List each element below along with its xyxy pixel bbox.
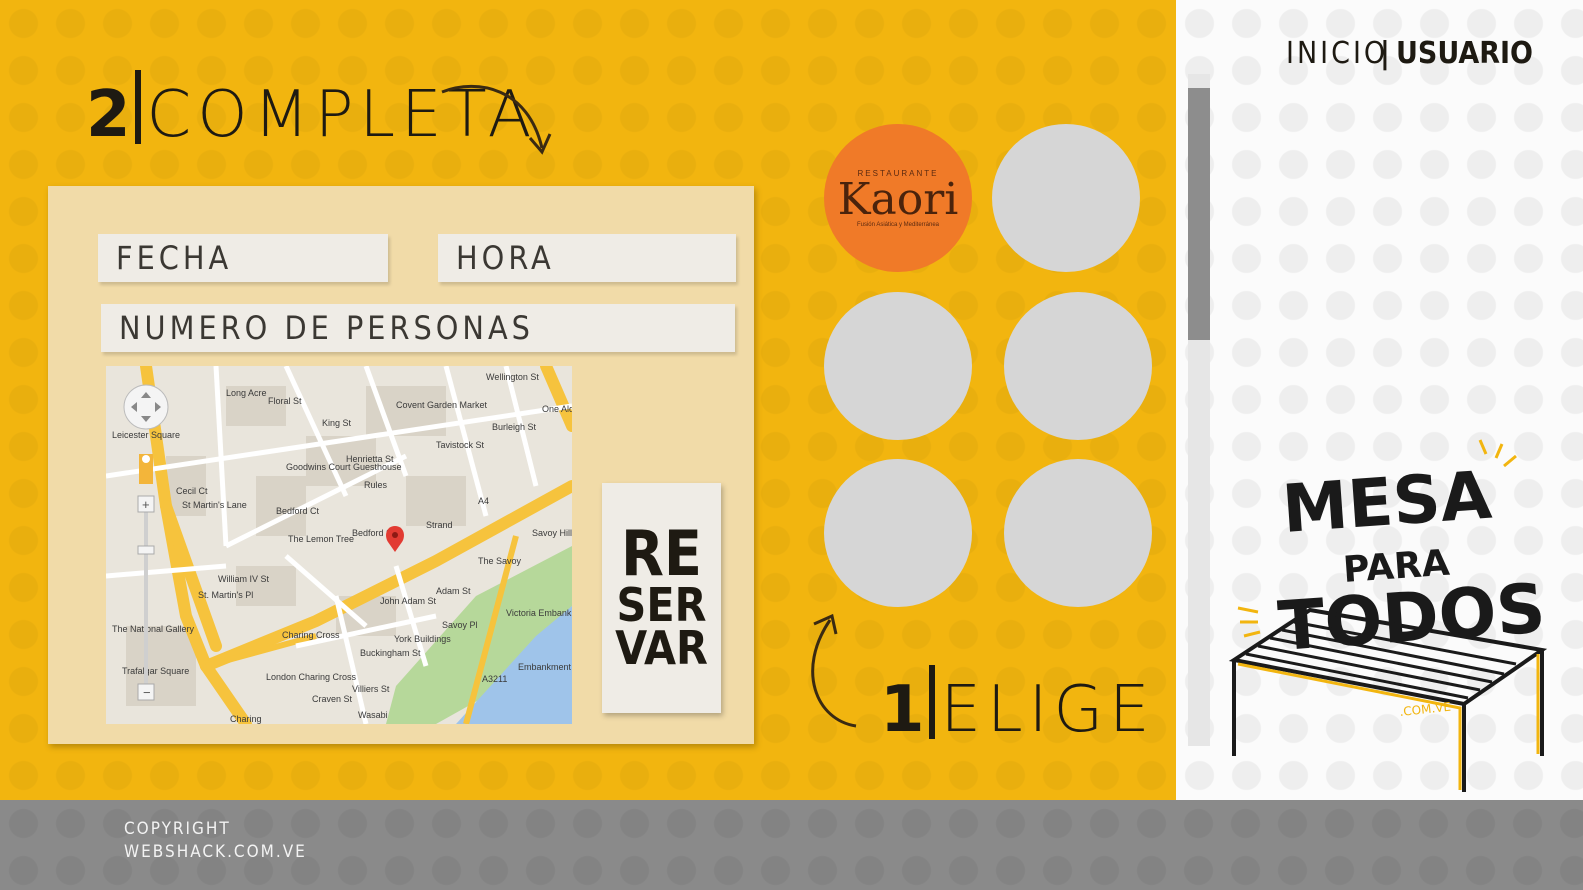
map-label: Henrietta St <box>346 454 394 464</box>
map-pan-control[interactable] <box>123 384 169 430</box>
map-label: St Martin's Lane <box>182 500 247 510</box>
map-label: Burleigh St <box>492 422 537 432</box>
map-label: Trafalgar Square <box>122 666 189 676</box>
mesa-para-todos-logo: MESA PARA TODOS .COM.VE <box>1228 439 1548 792</box>
map-label: Savoy Hill <box>532 528 572 538</box>
svg-text:+: + <box>142 497 150 512</box>
brand-domain: .COM.VE <box>1399 700 1452 719</box>
map-label: Rules <box>364 480 388 490</box>
restaurant-slot[interactable] <box>824 292 972 440</box>
map-label: Bedford Ct <box>276 506 320 516</box>
map-label: John Adam St <box>380 596 437 606</box>
copyright-line-1: COPYRIGHT <box>124 819 231 839</box>
svg-text:−: − <box>143 685 151 700</box>
map-label: Leicester Square <box>112 430 180 440</box>
copyright-line-2[interactable]: WEBSHACK.COM.VE <box>124 841 307 864</box>
map-label: The Lemon Tree <box>288 534 354 544</box>
map-label: Savoy Pl <box>442 620 478 630</box>
arrow-up-icon <box>811 613 857 728</box>
street-view-icon[interactable] <box>139 454 153 484</box>
map-label: York Buildings <box>394 634 451 644</box>
restaurant-slot[interactable] <box>1004 459 1152 607</box>
location-map[interactable]: Covent Garden Market Leicester Square Go… <box>106 366 572 724</box>
brand-line-1: MESA <box>1280 457 1494 548</box>
map-label: King St <box>322 418 352 428</box>
map-label: Covent Garden Market <box>396 400 488 410</box>
map-label: Wellington St <box>486 372 539 382</box>
step1-number: 1 <box>880 673 925 747</box>
copyright: COPYRIGHT WEBSHACK.COM.VE <box>124 818 307 864</box>
map-label: William IV St <box>218 574 270 584</box>
arrow-down-icon <box>441 84 552 155</box>
map-label: Craven St <box>312 694 353 704</box>
map-label: The National Gallery <box>112 624 195 634</box>
step1-heading: 1 ELIGE <box>880 665 1156 747</box>
step2-divider <box>134 70 141 144</box>
map-label: Adam St <box>436 586 471 596</box>
step1-label: ELIGE <box>940 673 1156 747</box>
map-label: Wasabi <box>358 710 388 720</box>
map-label: Strand <box>426 520 453 530</box>
map-label: Long Acre <box>226 388 267 398</box>
map-label: Tavistock St <box>436 440 485 450</box>
map-label: Charing <box>230 714 262 724</box>
map-label: Charing Cross <box>282 630 340 640</box>
map-label: Villiers St <box>352 684 390 694</box>
reserve-line-1: RE <box>620 516 703 590</box>
map-label: Victoria Embankment <box>506 608 572 618</box>
brand-line-3: TODOS <box>1276 569 1548 666</box>
people-count-field[interactable]: NUMERO DE PERSONAS <box>101 304 735 352</box>
kaori-name: Kaori <box>837 173 959 225</box>
scrollbar-thumb[interactable] <box>1188 88 1210 340</box>
reserve-line-3: VAR <box>615 621 708 676</box>
nav-separator: | <box>1380 36 1390 71</box>
restaurant-slot[interactable] <box>824 459 972 607</box>
date-field[interactable]: FECHA <box>98 234 388 282</box>
step1-divider <box>928 665 935 739</box>
map-label: The Savoy <box>478 556 522 566</box>
reservation-card: FECHA HORA NUMERO DE PERSONAS Covent Gar… <box>48 186 754 744</box>
nav-usuario[interactable]: USUARIO <box>1396 36 1533 71</box>
map-label: Cecil Ct <box>176 486 208 496</box>
kaori-subtitle: Fusión Asiática y Mediterránea <box>856 221 940 228</box>
restaurant-kaori-logo[interactable]: RESTAURANTE Kaori Fusión Asiática y Medi… <box>824 124 972 272</box>
map-label: A3211 <box>482 674 507 684</box>
restaurant-slot[interactable] <box>992 124 1140 272</box>
map-label: One Aldwych <box>542 404 572 414</box>
step2-number: 2 <box>86 78 131 152</box>
restaurant-slot[interactable] <box>1004 292 1152 440</box>
map-label: London Charing Cross <box>266 672 357 682</box>
map-label: St. Martin's Pl <box>198 590 253 600</box>
map-label: A4 <box>478 496 489 506</box>
reserve-button[interactable]: RE SER VAR <box>602 483 721 713</box>
time-field[interactable]: HORA <box>438 234 736 282</box>
map-label: Buckingham St <box>360 648 421 658</box>
map-label: Floral St <box>268 396 302 406</box>
map-label: Embankment Bankside Pie <box>518 662 572 672</box>
nav-inicio[interactable]: INICIO <box>1286 36 1388 71</box>
